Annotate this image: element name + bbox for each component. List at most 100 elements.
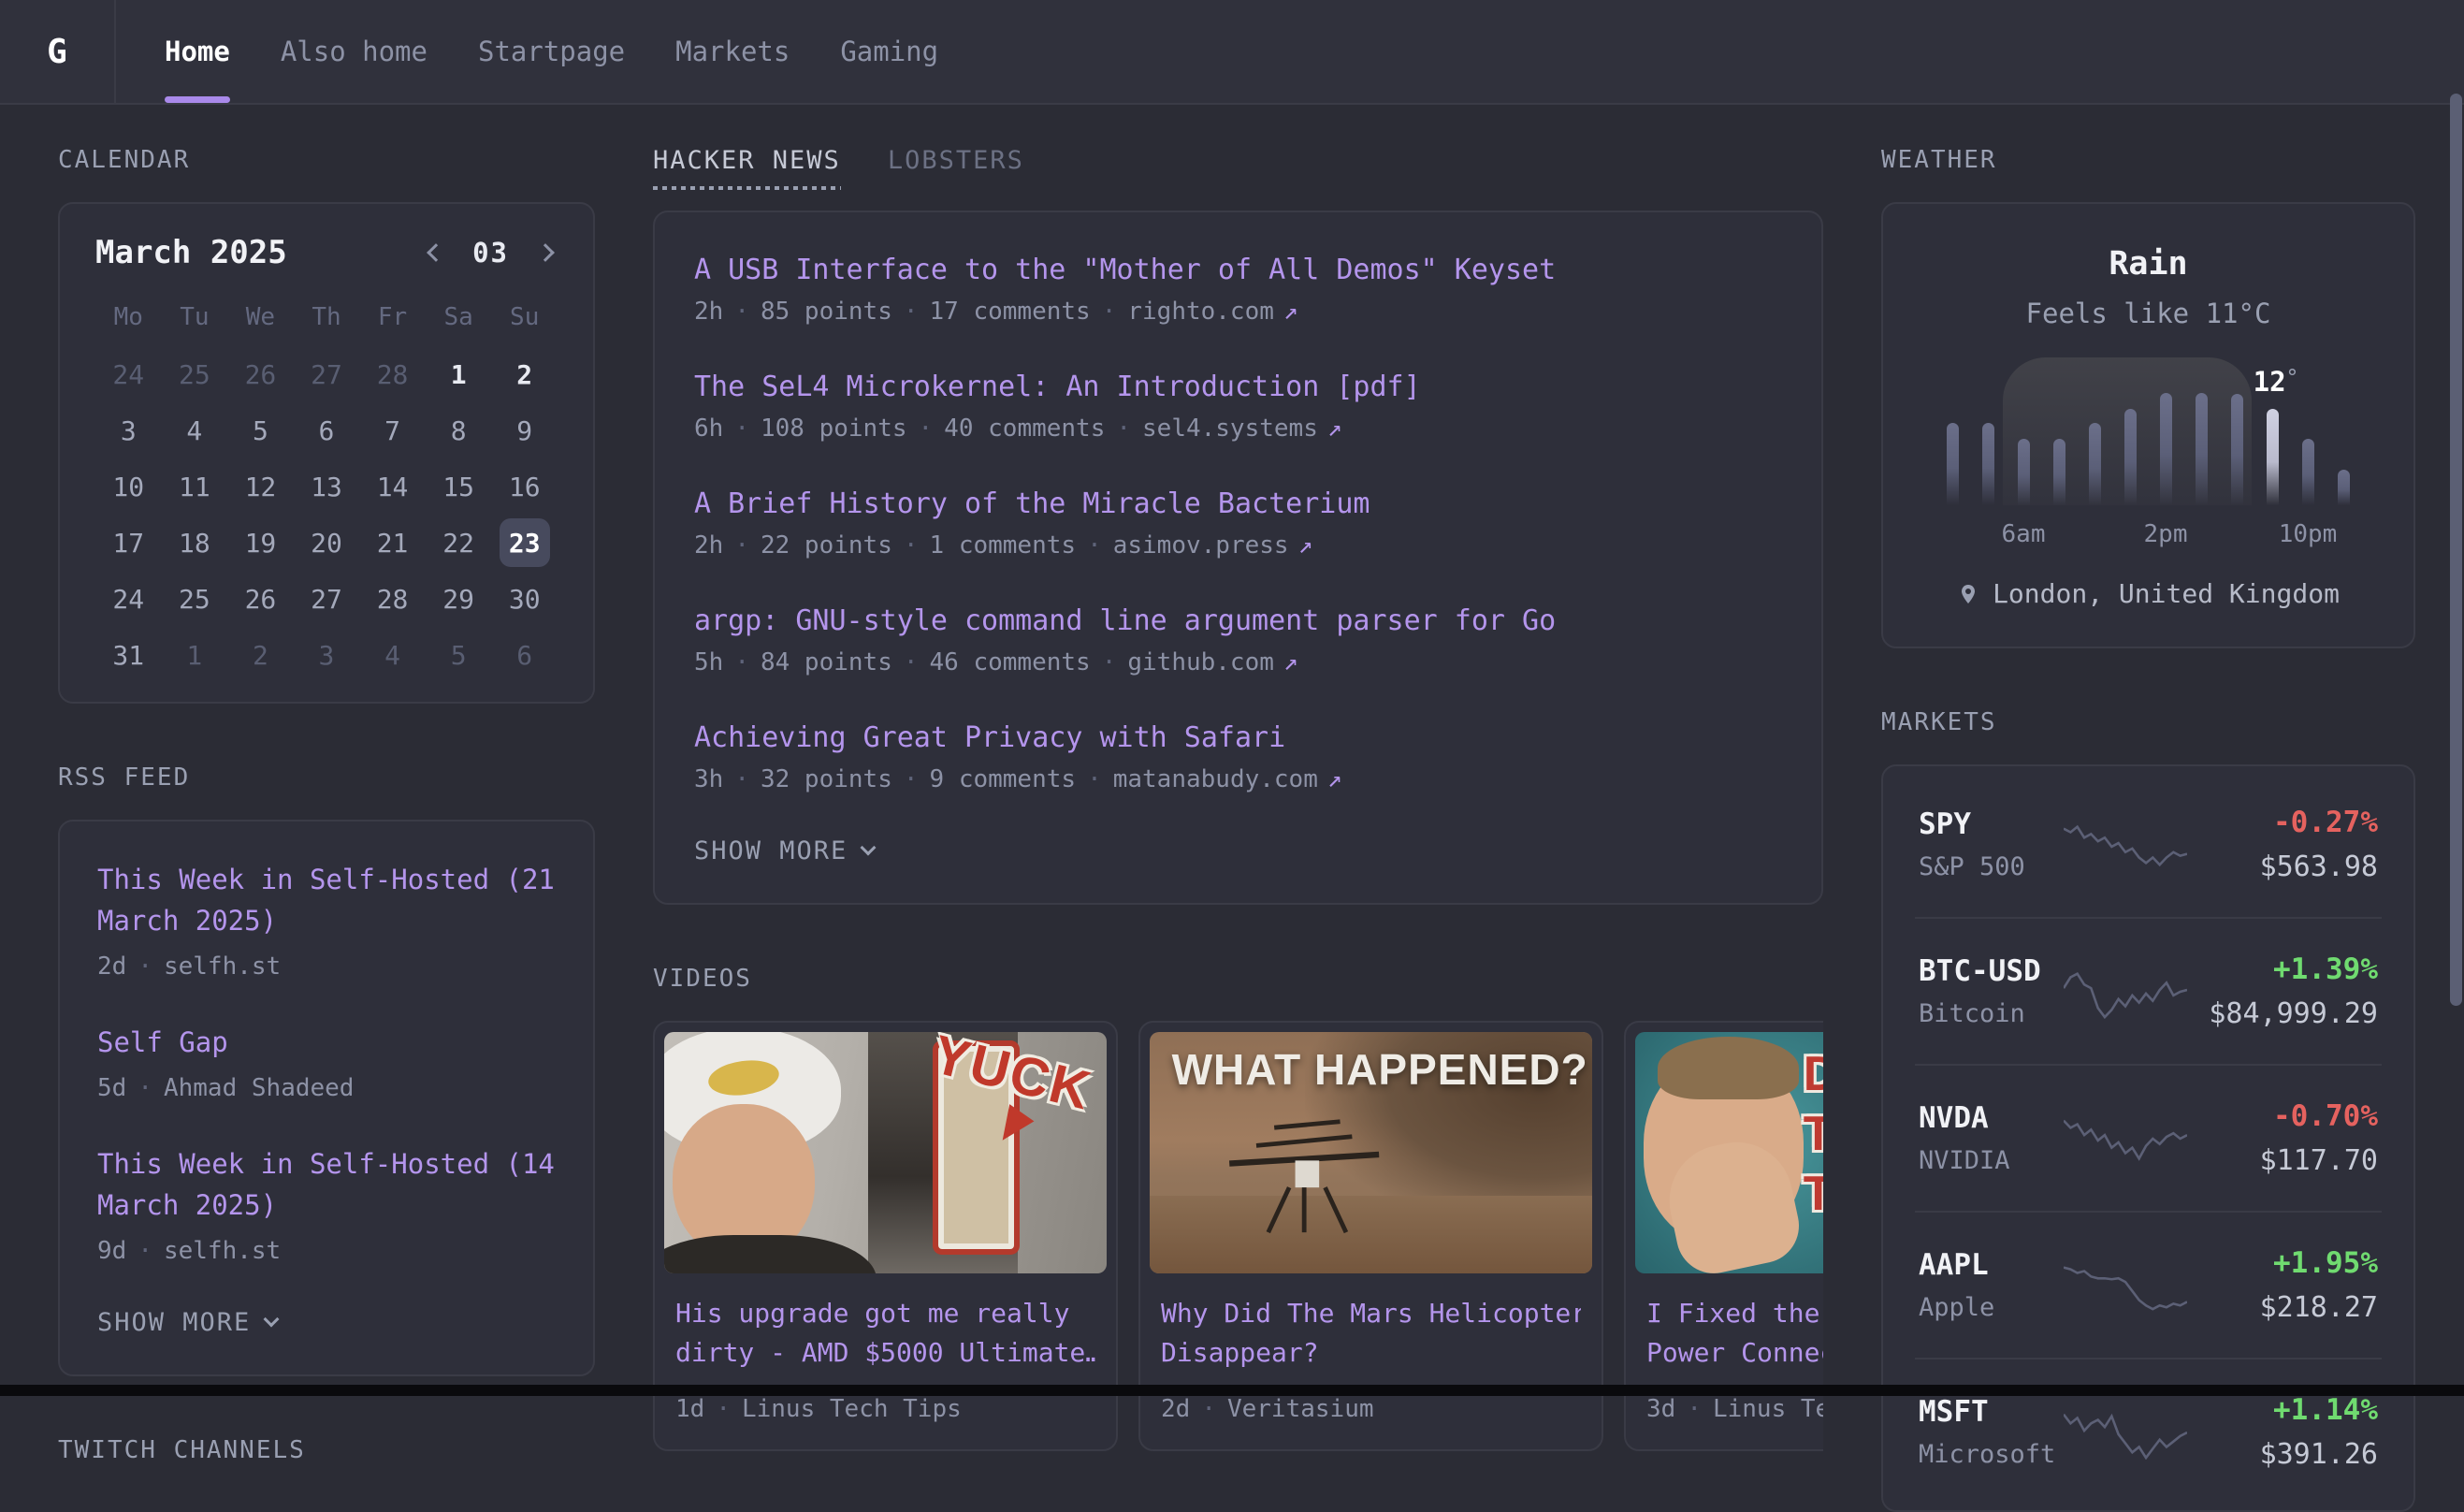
scrollbar-thumb[interactable] [2450,94,2462,1006]
video-channel[interactable]: Linus Tech Tips [1713,1395,1823,1423]
calendar-day-number: 19 [235,518,285,567]
news-item-time: 6h [694,414,723,443]
rss-item-source[interactable]: selfh.st [164,952,281,981]
news-item-title[interactable]: A Brief History of the Miracle Bacterium [694,487,1782,520]
rss-item-title[interactable]: This Week in Self-Hosted (14 March 2025) [97,1143,556,1226]
market-change: -0.70% [2191,1099,2378,1133]
calendar-next-button[interactable] [533,240,558,265]
calendar-day-number: 13 [301,462,352,511]
rss-item-title[interactable]: Self Gap [97,1022,556,1063]
rss-widget: This Week in Self-Hosted (21 March 2025)… [58,820,595,1376]
video-title[interactable]: His upgrade got me reallydirty - AMD $50… [675,1294,1095,1373]
calendar-prev-button[interactable] [424,240,448,265]
calendar-day-number: 12 [235,462,285,511]
rss-show-more-button[interactable]: SHOW MORE [97,1308,277,1337]
calendar-day-number: 23 [500,518,550,567]
rss-list: This Week in Self-Hosted (21 March 2025)… [97,859,556,1265]
rss-item-source[interactable]: selfh.st [164,1237,281,1265]
market-row-aapl[interactable]: AAPLApple+1.95%$218.27 [1915,1211,2382,1358]
nav-tab-home[interactable]: Home [165,0,230,103]
app-logo[interactable]: G [47,33,67,71]
video-thumbnail[interactable]: YUCK [664,1032,1107,1273]
market-row-nvda[interactable]: NVDANVIDIA-0.70%$117.70 [1915,1064,2382,1211]
calendar-weekday: Fr [359,303,426,331]
rss-item-title[interactable]: This Week in Self-Hosted (21 March 2025) [97,859,556,941]
news-item-source[interactable]: righto.com [1127,298,1274,326]
market-row-btc-usd[interactable]: BTC-USDBitcoin+1.39%$84,999.29 [1915,917,2382,1064]
separator-dot-icon: · [904,531,919,560]
news-item: argp: GNU-style command line argument pa… [694,604,1782,676]
separator-dot-icon: · [904,765,919,793]
calendar-day: 26 [227,350,294,399]
market-change: +1.39% [2191,952,2378,986]
market-price: $117.70 [2191,1144,2378,1177]
calendar-day: 29 [426,574,492,623]
calendar-day-number: 15 [433,462,484,511]
news-item-comments[interactable]: 1 comments [930,531,1077,560]
video-title-line: His upgrade got me really [675,1294,1095,1333]
separator-dot-icon: · [1687,1395,1702,1423]
video-channel[interactable]: Veritasium [1227,1395,1374,1423]
nav-tabs: Home Also home Startpage Markets Gaming [165,0,938,103]
calendar-day: 10 [95,462,162,511]
nav-tab-markets[interactable]: Markets [675,0,790,103]
calendar-day: 28 [359,350,426,399]
calendar-day: 22 [426,518,492,567]
separator-dot-icon: · [734,648,749,676]
video-thumbnail[interactable]: WHAT HAPPENED? [1150,1032,1592,1273]
video-thumbnail[interactable]: DOTHT [1635,1032,1823,1273]
calendar-day: 25 [162,350,228,399]
external-link-icon: ↗ [1298,531,1313,560]
calendar-day: 3 [95,406,162,455]
news-item-title[interactable]: The SeL4 Microkernel: An Introduction [p… [694,371,1782,403]
chevron-down-icon [861,839,877,855]
separator-dot-icon: · [734,531,749,560]
market-name: Bitcoin [1919,999,2059,1028]
calendar-day: 24 [95,574,162,623]
news-item-source[interactable]: sel4.systems [1142,414,1318,443]
chevron-left-icon [427,243,445,262]
news-item-source[interactable]: matanabudy.com [1113,765,1318,793]
rss-item-meta: 2d·selfh.st [97,952,556,981]
market-change: +1.95% [2191,1246,2378,1280]
location-pin-icon [1957,583,1979,605]
news-item-title[interactable]: A USB Interface to the "Mother of All De… [694,254,1782,286]
news-item-title[interactable]: argp: GNU-style command line argument pa… [694,604,1782,637]
video-title[interactable]: I Fixed the 5090Power Connector [1646,1294,1823,1373]
video-age: 2d [1161,1395,1190,1423]
news-item-comments[interactable]: 17 comments [930,298,1091,326]
video-title[interactable]: Why Did The Mars HelicopterDisappear? [1161,1294,1581,1373]
calendar-weekday: Mo [95,303,162,331]
separator-dot-icon: · [138,952,152,981]
calendar-day: 27 [294,574,360,623]
news-tab-lobsters[interactable]: LOBSTERS [888,146,1024,190]
separator-dot-icon: · [919,414,934,443]
news-item-title[interactable]: Achieving Great Privacy with Safari [694,721,1782,754]
market-row-msft[interactable]: MSFTMicrosoft+1.14%$391.26 [1915,1358,2382,1505]
market-sparkline [2059,965,2191,1019]
market-price: $563.98 [2191,850,2378,883]
market-values: +1.95%$218.27 [2191,1246,2378,1324]
video-channel[interactable]: Linus Tech Tips [742,1395,962,1423]
weather-bar [1947,423,1959,505]
nav-tab-also-home[interactable]: Also home [281,0,428,103]
weather-bar [2089,423,2101,505]
news-item-comments[interactable]: 46 comments [930,648,1091,676]
nav-tab-startpage[interactable]: Startpage [478,0,625,103]
calendar-day-number: 10 [103,462,153,511]
news-show-more-button[interactable]: SHOW MORE [694,836,874,865]
nav-tab-gaming[interactable]: Gaming [840,0,938,103]
market-row-spy[interactable]: SPYS&P 500-0.27%$563.98 [1915,772,2382,917]
video-meta: 3d·Linus Tech Tips [1646,1395,1823,1423]
news-item-meta: 6h·108 points·40 comments·sel4.systems↗ [694,414,1782,443]
news-item-source[interactable]: github.com [1127,648,1274,676]
news-tab-hacker-news[interactable]: HACKER NEWS [653,146,841,190]
news-item-comments[interactable]: 40 comments [944,414,1105,443]
rss-item-source[interactable]: Ahmad Shadeed [164,1074,355,1102]
weather-time-label: 10pm [2279,520,2338,548]
news-item-comments[interactable]: 9 comments [930,765,1077,793]
calendar-day-number: 18 [169,518,220,567]
news-item-source[interactable]: asimov.press [1113,531,1289,560]
calendar-day-number: 25 [169,350,220,399]
calendar-day-number: 11 [169,462,220,511]
